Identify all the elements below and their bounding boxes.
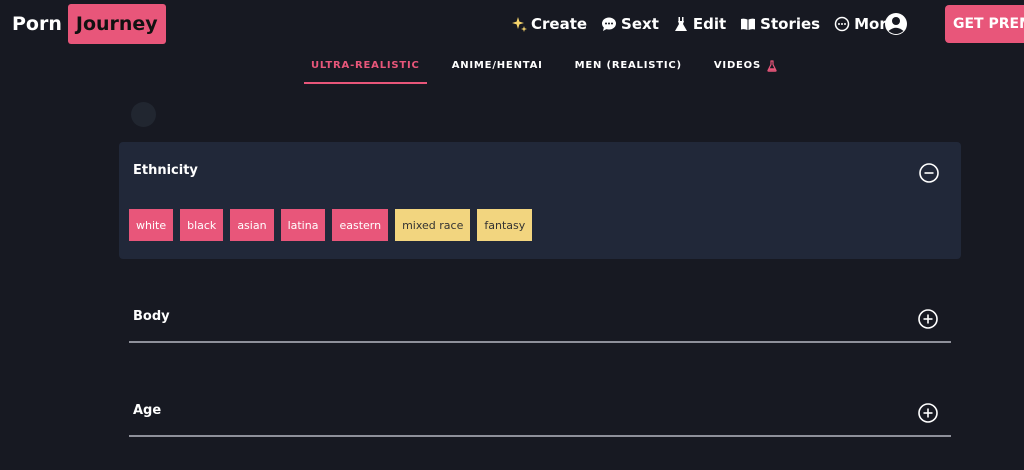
tab-ultra-realistic[interactable]: ULTRA-REALISTIC <box>304 56 427 84</box>
ethnicity-collapse-button[interactable] <box>918 162 940 184</box>
dress-icon <box>673 16 689 32</box>
tab-videos-label: VIDEOS <box>713 60 761 71</box>
tab-anime-hentai[interactable]: ANIME/HENTAI <box>445 56 550 82</box>
user-avatar-icon <box>885 13 907 35</box>
body-expand-button[interactable] <box>917 308 939 330</box>
tab-anime-hentai-label: ANIME/HENTAI <box>451 60 543 71</box>
chip-fantasy[interactable]: fantasy <box>477 209 533 241</box>
minus-circle-icon <box>919 163 939 183</box>
nav-stories-label: Stories <box>760 15 821 33</box>
nav-create-label: Create <box>531 15 588 33</box>
plus-circle-icon <box>918 403 938 423</box>
sparkles-icon <box>511 16 527 32</box>
nav-sext[interactable]: Sext <box>601 15 659 33</box>
profile-button[interactable] <box>884 12 908 36</box>
decorative-circle <box>131 102 156 127</box>
nav-sext-label: Sext <box>621 15 659 33</box>
ethnicity-options: white black asian latina eastern mixed r… <box>129 209 539 241</box>
book-icon <box>740 16 756 32</box>
body-title: Body <box>133 309 170 324</box>
more-circle-icon <box>834 16 850 32</box>
top-header: Porn Journey Create Sext Edit Stories Mo… <box>0 0 1024 50</box>
site-logo[interactable]: Porn Journey <box>12 2 166 46</box>
age-expand-button[interactable] <box>917 402 939 424</box>
age-title: Age <box>133 403 162 418</box>
tab-videos[interactable]: VIDEOS <box>707 56 784 82</box>
chip-eastern[interactable]: eastern <box>332 209 389 241</box>
chip-latina[interactable]: latina <box>280 209 326 241</box>
nav-edit-label: Edit <box>692 15 727 33</box>
age-filter-section[interactable]: Age <box>129 394 951 437</box>
logo-text-first: Porn <box>12 13 62 35</box>
get-premium-button[interactable]: GET PREM <box>945 5 1024 43</box>
ethnicity-filter-panel: Ethnicity white black asian latina easte… <box>119 142 961 259</box>
main-nav: Create Sext Edit Stories More <box>511 11 911 37</box>
plus-circle-icon <box>918 309 938 329</box>
logo-text-second: Journey <box>67 4 166 44</box>
chip-asian[interactable]: asian <box>230 209 274 241</box>
chip-mixed-race[interactable]: mixed race <box>395 209 471 241</box>
tab-men-realistic-label: MEN (REALISTIC) <box>574 60 682 71</box>
tab-men-realistic[interactable]: MEN (REALISTIC) <box>568 56 689 82</box>
chip-black[interactable]: black <box>180 209 224 241</box>
tab-ultra-realistic-label: ULTRA-REALISTIC <box>311 60 420 71</box>
category-tabs: ULTRA-REALISTIC ANIME/HENTAI MEN (REALIS… <box>304 56 802 84</box>
ethnicity-title: Ethnicity <box>133 163 198 178</box>
flask-icon <box>767 60 777 72</box>
chat-bubble-icon <box>601 16 617 32</box>
nav-create[interactable]: Create <box>511 15 587 33</box>
body-filter-section[interactable]: Body <box>129 300 951 343</box>
nav-stories[interactable]: Stories <box>740 15 820 33</box>
chip-white[interactable]: white <box>129 209 174 241</box>
nav-edit[interactable]: Edit <box>673 15 726 33</box>
